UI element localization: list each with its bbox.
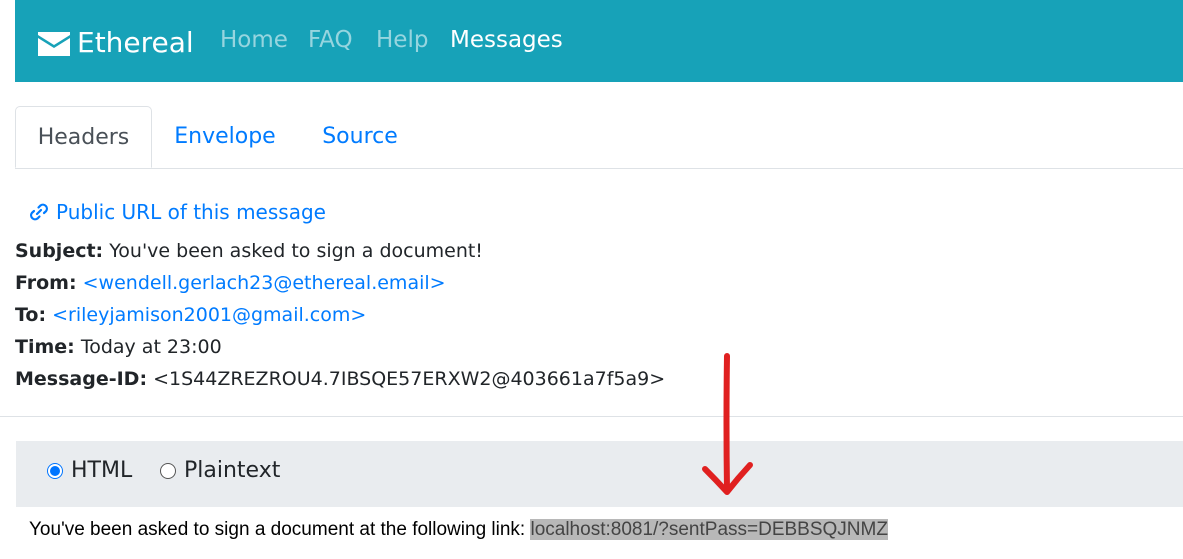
from-value[interactable]: <wendell.gerlach23@ethereal.email> bbox=[83, 272, 446, 294]
subject-value: You've been asked to sign a document! bbox=[109, 240, 483, 262]
public-url-label: Public URL of this message bbox=[56, 200, 326, 224]
divider bbox=[0, 416, 1183, 417]
to-label: To: bbox=[15, 304, 47, 326]
navbar: Ethereal Home FAQ Help Messages bbox=[15, 0, 1183, 82]
tab-envelope[interactable]: Envelope bbox=[162, 106, 288, 167]
header-from: From: <wendell.gerlach23@ethereal.email> bbox=[15, 272, 446, 294]
header-message-id: Message-ID: <1S44ZREZROU4.7IBSQE57ERXW2@… bbox=[15, 368, 665, 390]
radio-plaintext[interactable] bbox=[160, 462, 176, 479]
tab-source[interactable]: Source bbox=[307, 106, 413, 167]
message-body: You've been asked to sign a document at … bbox=[29, 519, 888, 541]
nav-home[interactable]: Home bbox=[220, 27, 288, 53]
format-option-html[interactable]: HTML bbox=[47, 458, 132, 483]
time-value: Today at 23:00 bbox=[80, 336, 222, 358]
link-icon bbox=[28, 201, 50, 223]
header-time: Time: Today at 23:00 bbox=[15, 336, 222, 358]
message-id-label: Message-ID: bbox=[15, 368, 148, 390]
brand[interactable]: Ethereal bbox=[38, 22, 194, 62]
nav-messages[interactable]: Messages bbox=[450, 27, 563, 53]
header-to: To: <rileyjamison2001@gmail.com> bbox=[15, 304, 366, 326]
to-value[interactable]: <rileyjamison2001@gmail.com> bbox=[52, 304, 366, 326]
radio-html[interactable] bbox=[47, 462, 63, 479]
format-selector: HTML Plaintext bbox=[16, 441, 1183, 507]
format-option-plaintext[interactable]: Plaintext bbox=[160, 458, 280, 483]
public-url-link[interactable]: Public URL of this message bbox=[28, 200, 326, 224]
subject-label: Subject: bbox=[15, 240, 104, 262]
message-body-text: You've been asked to sign a document at … bbox=[29, 519, 531, 540]
message-id-value: <1S44ZREZROU4.7IBSQE57ERXW2@403661a7f5a9… bbox=[153, 368, 666, 390]
nav-faq[interactable]: FAQ bbox=[308, 27, 353, 53]
time-label: Time: bbox=[15, 336, 75, 358]
format-plaintext-label: Plaintext bbox=[184, 458, 281, 483]
brand-name: Ethereal bbox=[77, 25, 194, 59]
nav-help[interactable]: Help bbox=[376, 27, 428, 53]
envelope-icon bbox=[38, 30, 70, 56]
header-subject: Subject: You've been asked to sign a doc… bbox=[15, 240, 483, 262]
tab-headers[interactable]: Headers bbox=[15, 106, 152, 168]
from-label: From: bbox=[15, 272, 77, 294]
message-body-link[interactable]: localhost:8081/?sentPass=DEBBSQJNMZ bbox=[530, 519, 888, 540]
red-arrow-down-icon bbox=[702, 353, 753, 495]
format-html-label: HTML bbox=[71, 458, 133, 483]
tab-bar: Headers Envelope Source bbox=[15, 106, 1183, 169]
